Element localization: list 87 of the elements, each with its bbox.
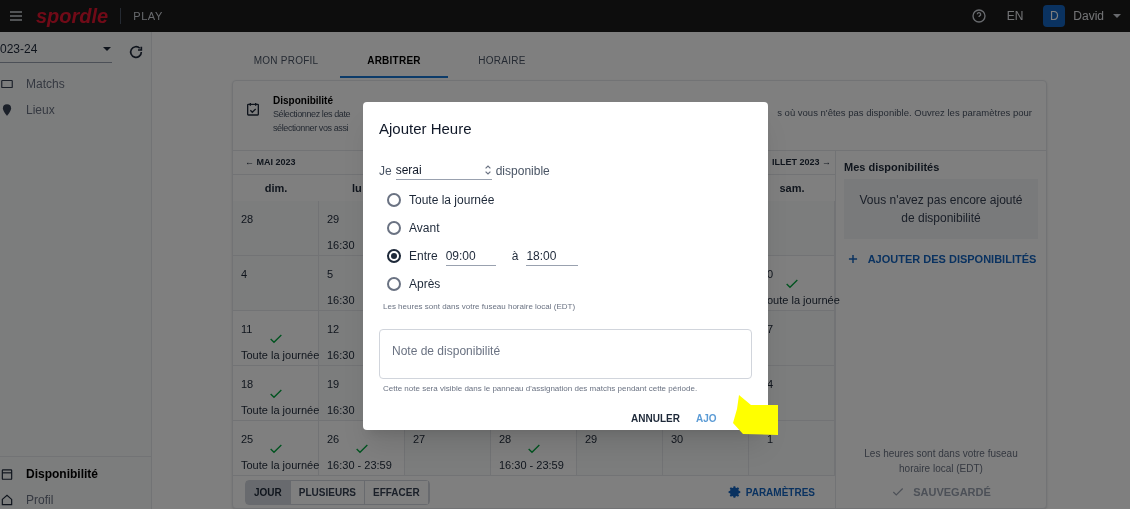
- product-name: PLAY: [133, 8, 163, 24]
- time-range: oute la journée: [766, 293, 840, 308]
- sidebar-item[interactable]: Profil: [0, 491, 151, 509]
- info-title: Disponibilité: [273, 94, 334, 108]
- time-range: 16:30: [326, 238, 355, 253]
- day-number: 28: [240, 212, 254, 227]
- day-number: 12: [326, 322, 340, 337]
- empty-state-box: Vous n'avez pas encore ajouté de disponibilité: [844, 179, 1038, 239]
- day-number: 29: [326, 212, 340, 227]
- radio-button[interactable]: [387, 277, 401, 291]
- radio-button[interactable]: [387, 249, 401, 263]
- day-number: 19: [326, 377, 340, 392]
- time-range: Toute la journée: [240, 458, 320, 473]
- caret-icon: [102, 44, 112, 54]
- time-range: Toute la journée: [240, 403, 320, 418]
- add-availability-button[interactable]: AJOUTER DES DISPONIBILITÉS: [844, 247, 1038, 272]
- calendar-cell[interactable]: 11 Toute la journée: [233, 311, 319, 366]
- calendar-cell[interactable]: 4: [233, 256, 319, 311]
- day-number: 29: [584, 432, 598, 447]
- ticket-icon: [0, 77, 14, 91]
- home-icon: [0, 493, 14, 507]
- tab[interactable]: ARBITRER: [340, 53, 448, 78]
- season-select[interactable]: 023-24: [0, 40, 112, 63]
- separator-text: à: [511, 248, 519, 265]
- sidebar-item[interactable]: Matchs: [0, 75, 151, 93]
- highlight-mark: [733, 395, 778, 435]
- day-number: 1: [766, 432, 774, 447]
- menu-icon[interactable]: [8, 8, 24, 24]
- time-range: 16:30: [326, 348, 355, 363]
- option-label[interactable]: Avant: [409, 219, 440, 237]
- time-range: 16:30: [326, 403, 355, 418]
- tab[interactable]: MON PROFIL: [232, 53, 340, 78]
- timezone-note: Les heures sont dans votre fuseau horaire local (EDT): [863, 446, 1019, 476]
- language-button[interactable]: EN: [998, 8, 1032, 24]
- day-number: 7: [766, 322, 774, 337]
- time-range: Toute la journée: [240, 348, 320, 363]
- calendar-icon: [0, 467, 14, 481]
- weekday-header: dim.: [263, 180, 289, 196]
- availability-select[interactable]: serai: [395, 160, 492, 180]
- calendar-cell[interactable]: 28: [233, 201, 319, 256]
- radio-button[interactable]: [387, 193, 401, 207]
- calendar-cell[interactable]: 25 Toute la journée: [233, 421, 319, 476]
- day-number: 5: [326, 267, 334, 282]
- day-number: 30: [670, 432, 684, 447]
- info-text: Sélectionnez les date: [273, 108, 351, 121]
- refresh-icon[interactable]: [128, 43, 144, 60]
- radio-button[interactable]: [387, 221, 401, 235]
- option-label[interactable]: Après: [409, 275, 441, 293]
- panel-title: Mes disponibilités: [844, 159, 941, 175]
- info-text: sélectionner vos assi: [273, 121, 349, 135]
- time-range: 16:30: [326, 293, 355, 308]
- settings-icon: [727, 485, 742, 499]
- settings-button[interactable]: PARAMÈTRES: [719, 484, 823, 500]
- time-range: 16:30 - 23:59: [326, 458, 392, 473]
- note-field[interactable]: Note de disponibilité: [379, 328, 752, 379]
- option-label[interactable]: Toute la journée: [409, 191, 495, 209]
- time-input[interactable]: 18:00: [526, 246, 579, 266]
- suffix-text: disponible: [495, 162, 550, 180]
- avatar[interactable]: D: [1043, 5, 1066, 27]
- info-text: s où vous n'êtes pas disponible. Ouvrez les paramètres pour: [777, 106, 1032, 120]
- option-label[interactable]: Entre: [409, 247, 438, 265]
- day-number: 27: [412, 432, 426, 447]
- time-range: 16:30 - 23:59: [498, 458, 564, 473]
- up-down-arrows-icon: [483, 163, 492, 176]
- day-number: 11: [240, 322, 253, 337]
- weekday-header: sam.: [778, 180, 806, 196]
- help-icon[interactable]: [970, 8, 987, 24]
- calendar-cell[interactable]: 1: [749, 421, 835, 476]
- location-pin-icon: [0, 103, 14, 117]
- previous-month-link[interactable]: ← MAI 2023: [245, 155, 296, 170]
- prefix-text: Je: [379, 162, 392, 180]
- day-number: 25: [240, 432, 254, 447]
- calendar-cell[interactable]: 18 Toute la journée: [233, 366, 319, 421]
- next-month-link[interactable]: ILLET 2023 →: [771, 155, 831, 170]
- day-number: 28: [498, 432, 512, 447]
- time-input[interactable]: 09:00: [445, 246, 496, 266]
- day-number: 26: [326, 432, 340, 447]
- mode-button[interactable]: JOUR: [246, 480, 291, 504]
- calendar-check-icon: [245, 101, 261, 117]
- caret-icon[interactable]: [1112, 11, 1122, 21]
- sidebar-item[interactable]: Disponibilité: [0, 465, 151, 483]
- weekday-header: lu: [351, 180, 363, 196]
- day-number: 18: [240, 377, 254, 392]
- dialog-title: Ajouter Heure: [379, 119, 473, 139]
- user-name[interactable]: David: [1073, 8, 1104, 24]
- day-number: 4: [240, 267, 248, 282]
- tab[interactable]: HORAIRE: [448, 53, 556, 78]
